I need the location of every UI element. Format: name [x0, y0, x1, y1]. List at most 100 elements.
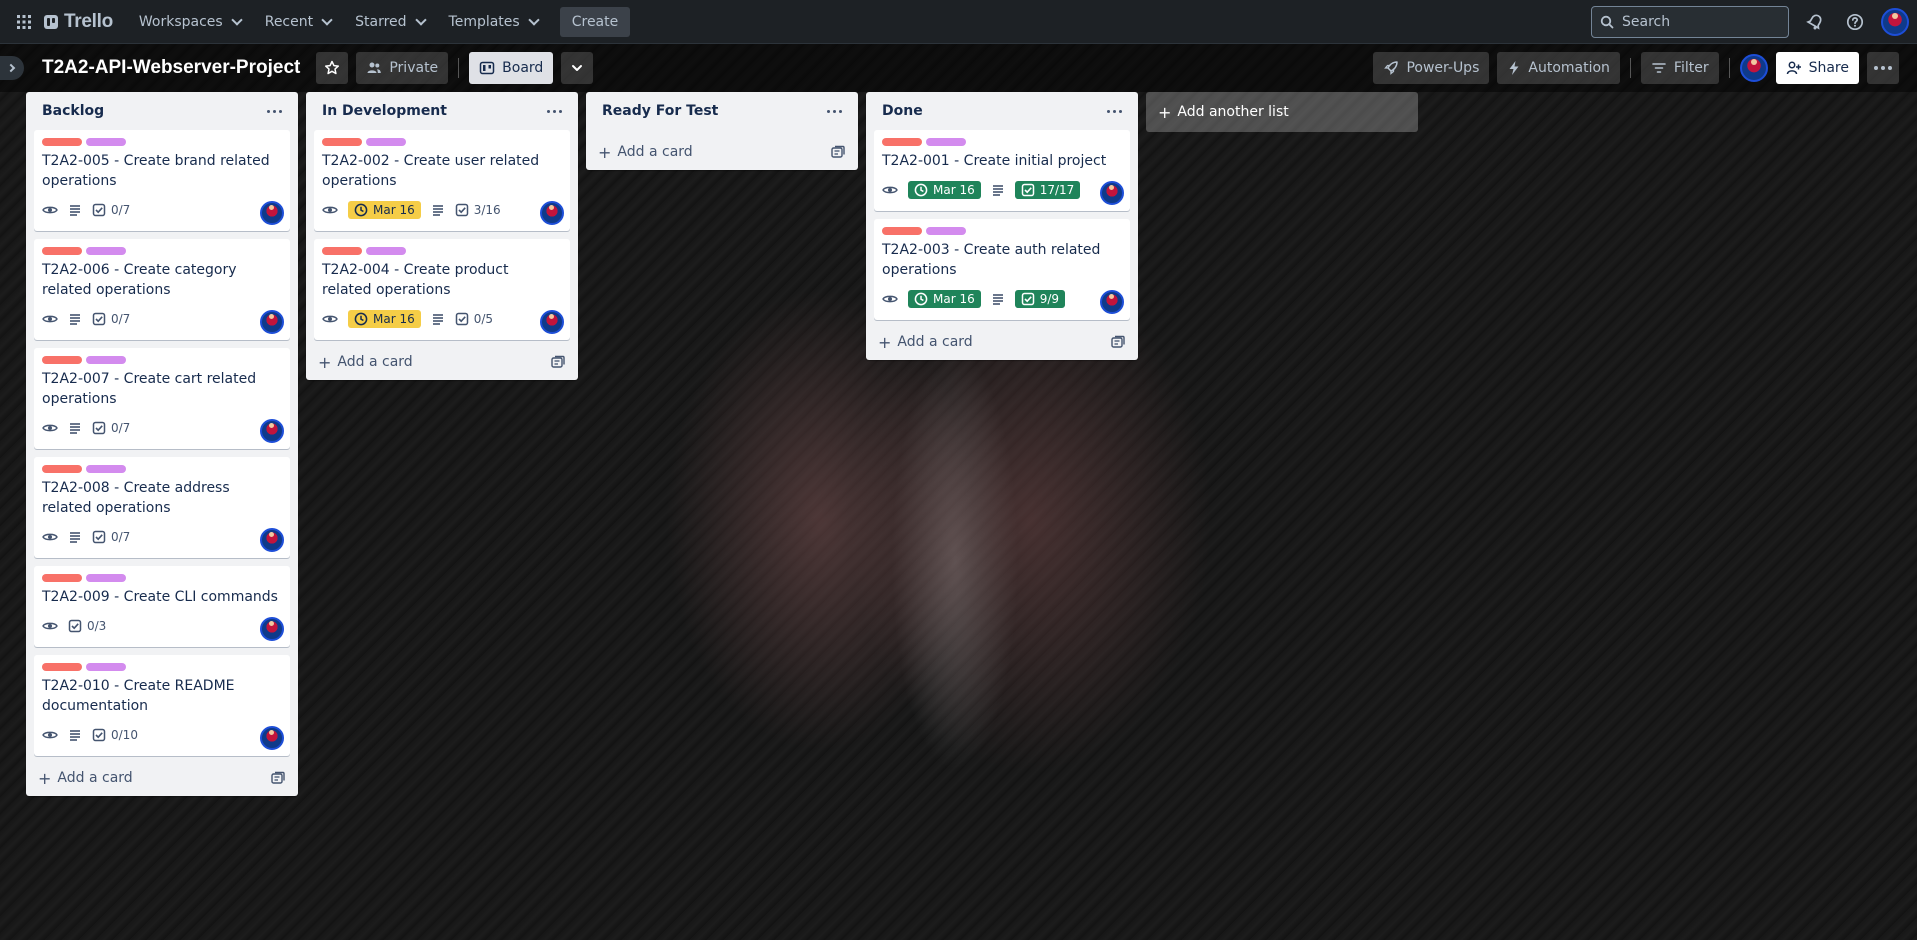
list-menu-button[interactable] — [542, 99, 566, 123]
card[interactable]: T2A2-008 - Create address related operat… — [34, 457, 290, 558]
label-purple[interactable] — [86, 247, 126, 255]
card[interactable]: T2A2-007 - Create cart related operation… — [34, 348, 290, 449]
label-purple[interactable] — [86, 465, 126, 473]
power-ups-button[interactable]: Power-Ups — [1373, 52, 1490, 84]
due-date-badge[interactable]: Mar 16 — [908, 181, 981, 199]
card-labels[interactable] — [42, 247, 282, 255]
label-purple[interactable] — [366, 247, 406, 255]
starred-menu[interactable]: Starred — [343, 8, 436, 36]
list-done[interactable]: Done T2A2-001 - Create initial project Mar… — [866, 92, 1138, 360]
label-purple[interactable] — [86, 663, 126, 671]
label-red[interactable] — [882, 138, 922, 146]
share-button[interactable]: Share — [1775, 52, 1859, 84]
list-ready-for-test[interactable]: Ready For Test + Add a card — [586, 92, 858, 170]
card[interactable]: T2A2-006 - Create category related opera… — [34, 239, 290, 340]
card-labels[interactable] — [42, 356, 282, 364]
card-labels[interactable] — [42, 138, 282, 146]
add-another-list-button[interactable]: + Add another list — [1146, 92, 1418, 132]
label-purple[interactable] — [86, 138, 126, 146]
board-member-avatar[interactable] — [1739, 54, 1768, 82]
add-card-button[interactable]: Add a card — [897, 334, 972, 350]
card-member-avatar[interactable] — [540, 201, 564, 225]
workspaces-menu[interactable]: Workspaces — [127, 8, 253, 36]
card[interactable]: T2A2-005 - Create brand related operatio… — [34, 130, 290, 231]
label-red[interactable] — [42, 247, 82, 255]
label-red[interactable] — [42, 663, 82, 671]
list-title[interactable]: Backlog — [42, 103, 104, 119]
list-in-development[interactable]: In Development T2A2-002 - Create user rel… — [306, 92, 578, 380]
due-date-badge[interactable]: Mar 16 — [348, 310, 421, 328]
label-purple[interactable] — [86, 356, 126, 364]
card-labels[interactable] — [882, 138, 1122, 146]
add-card-button[interactable]: Add a card — [617, 144, 692, 160]
card-labels[interactable] — [322, 247, 562, 255]
due-date-badge[interactable]: Mar 16 — [908, 290, 981, 308]
label-red[interactable] — [42, 356, 82, 364]
label-red[interactable] — [42, 465, 82, 473]
card[interactable]: T2A2-002 - Create user related operation… — [314, 130, 570, 231]
more-icon — [1106, 109, 1122, 113]
list-menu-button[interactable] — [262, 99, 286, 123]
automation-button[interactable]: Automation — [1497, 52, 1620, 84]
account-avatar[interactable] — [1881, 7, 1909, 36]
card-member-avatar[interactable] — [1100, 181, 1124, 205]
card-labels[interactable] — [882, 227, 1122, 235]
card-member-avatar[interactable] — [260, 528, 284, 552]
due-date-badge[interactable]: Mar 16 — [348, 201, 421, 219]
card-labels[interactable] — [322, 138, 562, 146]
card-labels[interactable] — [42, 663, 282, 671]
label-purple[interactable] — [86, 574, 126, 582]
notifications-icon[interactable] — [1801, 8, 1829, 36]
card-template-icon[interactable] — [1110, 334, 1126, 350]
filter-button[interactable]: Filter — [1640, 52, 1719, 84]
board-menu-button[interactable] — [1867, 52, 1899, 84]
search-input[interactable] — [1622, 13, 1772, 30]
visibility-button[interactable]: Private — [356, 52, 449, 84]
card[interactable]: T2A2-010 - Create README documentation 0/… — [34, 655, 290, 756]
recent-menu[interactable]: Recent — [253, 8, 343, 36]
trello-logo[interactable]: Trello — [44, 11, 113, 33]
list-title[interactable]: In Development — [322, 103, 447, 119]
sidebar-expand-button[interactable] — [0, 56, 24, 80]
card[interactable]: T2A2-009 - Create CLI commands 0/3 — [34, 566, 290, 647]
list-backlog[interactable]: Backlog T2A2-005 - Create brand related o… — [26, 92, 298, 796]
add-card-button[interactable]: Add a card — [337, 354, 412, 370]
card-template-icon[interactable] — [270, 770, 286, 786]
list-menu-button[interactable] — [1102, 99, 1126, 123]
views-dropdown-button[interactable] — [561, 52, 594, 84]
list-title[interactable]: Ready For Test — [602, 103, 718, 119]
board-title[interactable]: T2A2-API-Webserver-Project — [42, 57, 300, 79]
card[interactable]: T2A2-004 - Create product related operat… — [314, 239, 570, 340]
card-member-avatar[interactable] — [260, 310, 284, 334]
label-red[interactable] — [42, 138, 82, 146]
card-member-avatar[interactable] — [260, 419, 284, 443]
card-member-avatar[interactable] — [260, 201, 284, 225]
card-labels[interactable] — [42, 465, 282, 473]
templates-menu[interactable]: Templates — [437, 8, 550, 36]
card[interactable]: T2A2-003 - Create auth related operation… — [874, 219, 1130, 320]
label-purple[interactable] — [926, 227, 966, 235]
label-red[interactable] — [322, 247, 362, 255]
list-menu-button[interactable] — [822, 99, 846, 123]
board-view-button[interactable]: Board — [469, 52, 554, 84]
card-member-avatar[interactable] — [1100, 290, 1124, 314]
search-box[interactable] — [1591, 5, 1789, 38]
card[interactable]: T2A2-001 - Create initial project Mar 16 1… — [874, 130, 1130, 211]
card-labels[interactable] — [42, 574, 282, 582]
app-switcher-icon[interactable] — [8, 6, 40, 38]
card-template-icon[interactable] — [550, 354, 566, 370]
star-board-button[interactable] — [316, 52, 349, 84]
card-member-avatar[interactable] — [260, 726, 284, 750]
list-title[interactable]: Done — [882, 103, 923, 119]
label-red[interactable] — [882, 227, 922, 235]
add-card-button[interactable]: Add a card — [57, 770, 132, 786]
label-red[interactable] — [322, 138, 362, 146]
create-button[interactable]: Create — [559, 6, 631, 37]
card-template-icon[interactable] — [830, 144, 846, 160]
help-icon[interactable] — [1841, 8, 1869, 36]
label-red[interactable] — [42, 574, 82, 582]
card-member-avatar[interactable] — [260, 617, 284, 641]
label-purple[interactable] — [366, 138, 406, 146]
card-member-avatar[interactable] — [540, 310, 564, 334]
label-purple[interactable] — [926, 138, 966, 146]
